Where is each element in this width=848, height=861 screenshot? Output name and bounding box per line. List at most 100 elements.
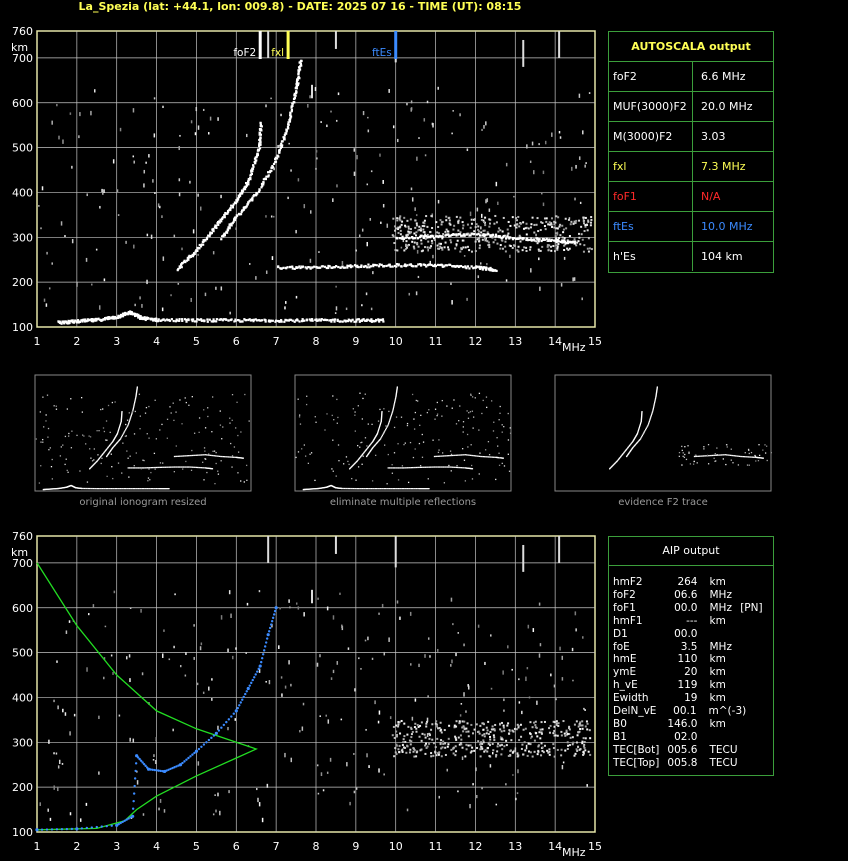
scatter-dot — [534, 720, 537, 723]
trace-dot — [441, 235, 444, 238]
trace-dot — [196, 249, 199, 252]
thumbnail-dot — [436, 414, 438, 417]
thumbnail-dot — [108, 488, 110, 490]
noise-dot — [463, 692, 465, 697]
thumbnail-dot — [464, 454, 467, 456]
thumbnail-dot — [106, 475, 108, 478]
x-tick-label: 8 — [313, 335, 320, 348]
scatter-dot — [399, 215, 402, 218]
scatter-dot — [467, 744, 470, 747]
scatter-dot — [421, 732, 424, 735]
thumbnail-dot — [692, 463, 695, 465]
model-point — [227, 718, 231, 721]
thumbnail-dot — [39, 411, 41, 413]
thumbnail-dot — [395, 416, 398, 418]
thumbnail-dot — [336, 398, 338, 401]
scatter-dot — [440, 755, 443, 758]
thumbnail-dot — [647, 423, 650, 425]
noise-dot — [378, 710, 381, 715]
scatter-dot — [392, 725, 395, 728]
trace-dot — [258, 133, 261, 136]
thumbnail-dot — [450, 466, 452, 468]
thumbnail-dot — [399, 488, 401, 490]
noise-dot — [302, 702, 305, 706]
noise-dot — [270, 215, 273, 218]
scatter-dot — [480, 746, 483, 749]
thumbnail-dot — [753, 456, 755, 458]
thumbnail-dot — [188, 455, 190, 457]
noise-dot — [279, 607, 281, 610]
scatter-dot — [515, 728, 518, 731]
trace-dot — [300, 64, 303, 67]
scatter-dot — [413, 247, 416, 250]
noise-dot — [157, 203, 160, 208]
scatter-dot — [400, 223, 403, 226]
thumbnail-dot — [145, 467, 147, 469]
scatter-dot — [553, 755, 556, 758]
trace-dot — [283, 136, 286, 139]
trace-dot — [504, 237, 508, 240]
scatter-dot — [482, 739, 485, 742]
scatter-dot — [519, 723, 522, 726]
trace-dot — [176, 269, 179, 272]
trace-dot — [459, 264, 463, 268]
noise-dot — [339, 592, 341, 595]
autoscala-row: h'Es 104 km — [609, 242, 773, 271]
marker-label: ftEs — [372, 47, 392, 59]
noise-dot — [381, 603, 384, 608]
aip-row: Ewidth 19 km — [613, 692, 726, 705]
scatter-dot — [533, 223, 536, 226]
thumbnail-dot — [154, 466, 156, 469]
thumbnail-dot — [364, 488, 366, 490]
noise-dot — [380, 221, 382, 224]
scatter-dot — [403, 722, 406, 725]
scatter-dot — [481, 734, 484, 737]
thumbnail-dot — [356, 488, 359, 490]
trace-dot — [527, 238, 531, 241]
noise-dot — [399, 616, 401, 620]
scatter-dot — [407, 227, 410, 230]
thumbnail-dot — [203, 454, 205, 456]
scatter-dot — [406, 233, 409, 236]
noise-dot — [145, 161, 147, 164]
trace-dot — [369, 265, 373, 268]
thumbnail-dot — [245, 464, 248, 467]
thumbnail-dot — [498, 452, 500, 454]
thumbnail-dot — [191, 396, 193, 398]
thumbnail-dot — [47, 436, 49, 438]
scatter-dot — [547, 248, 550, 251]
noise-dot — [140, 609, 142, 613]
scatter-dot — [488, 218, 491, 221]
scatter-dot — [452, 752, 455, 755]
thumbnail-dot — [182, 466, 185, 468]
trace-dot — [242, 208, 245, 212]
thumbnail-dot — [177, 466, 180, 468]
scatter-dot — [467, 730, 470, 733]
noise-dot — [332, 615, 335, 620]
noise-dot — [581, 297, 583, 301]
thumbnail-dot — [364, 437, 367, 439]
scatter-dot — [577, 745, 580, 748]
thumbnail-dot — [82, 487, 84, 490]
model-point — [242, 695, 245, 699]
thumbnail-dot — [123, 432, 125, 434]
noise-dot — [539, 643, 542, 647]
noise-dot — [406, 808, 409, 812]
x-tick-label: 2 — [73, 335, 80, 348]
trace-dot — [447, 233, 450, 236]
scatter-dot — [446, 230, 449, 233]
thumbnail-dot — [243, 481, 245, 483]
scatter-dot — [455, 750, 458, 753]
thumbnail-dot — [81, 487, 83, 490]
model-point — [217, 729, 221, 732]
thumbnail-dot — [707, 443, 710, 446]
thumbnail-dot — [501, 462, 503, 465]
noise-dot — [446, 768, 449, 772]
thumbnail-dot — [656, 386, 658, 388]
thumbnail-dot — [236, 401, 238, 403]
thumbnail-dot — [406, 467, 409, 469]
thumbnail-dot — [123, 488, 126, 490]
scatter-dot — [519, 222, 522, 225]
thumbnail-dot — [83, 487, 86, 490]
noise-dot — [69, 112, 72, 115]
